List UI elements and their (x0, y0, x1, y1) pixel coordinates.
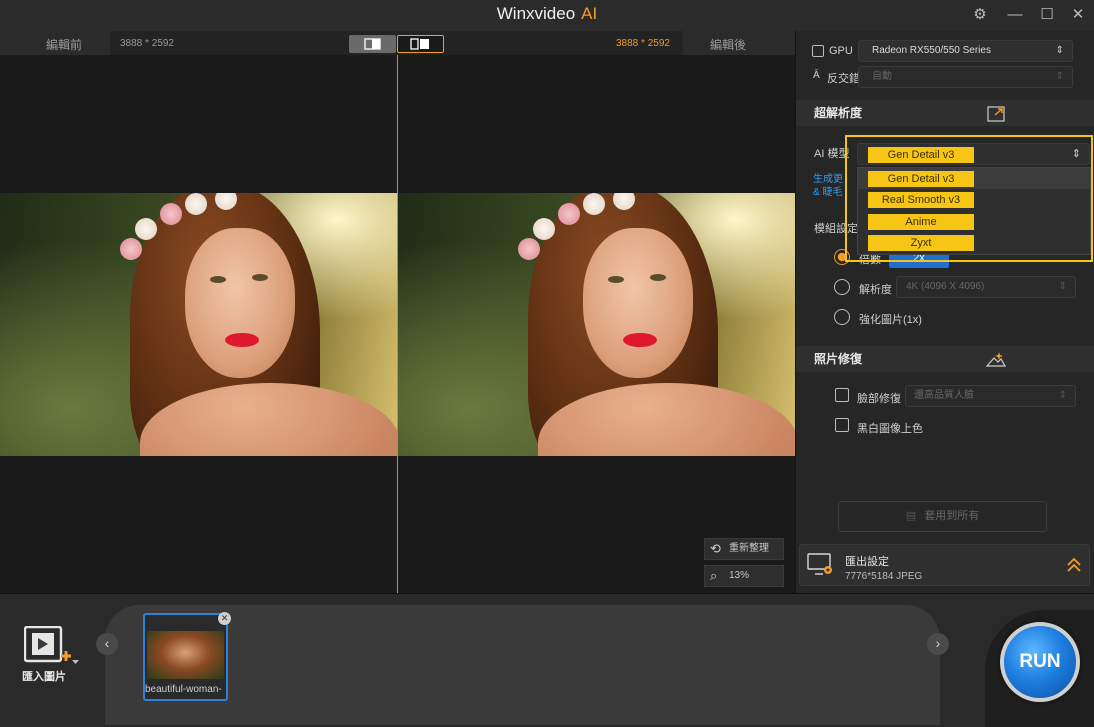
reset-button[interactable]: ⟲ 重新整理 (704, 538, 784, 560)
import-image-icon[interactable] (24, 626, 80, 666)
monitor-gear-icon (807, 553, 832, 575)
zoom-button[interactable]: ⌕ 13% (704, 565, 784, 587)
face-repair-checkbox[interactable] (835, 388, 849, 402)
gpu-checkbox[interactable] (812, 45, 824, 57)
antialias-icon: Ā (813, 70, 820, 81)
clipboard-icon: ▤ (905, 510, 917, 522)
app-title-text: Winxvideo (496, 4, 576, 23)
magic-landscape-icon[interactable] (985, 350, 1007, 368)
side-by-side-icon (410, 38, 429, 50)
after-image (398, 193, 795, 456)
export-settings-bar[interactable] (799, 544, 1090, 586)
dropdown-highlight-frame (845, 135, 1093, 262)
antialias-label: 反交錯 (827, 73, 860, 85)
thumbnail-strip (105, 605, 940, 725)
next-arrow-icon[interactable]: › (927, 633, 949, 655)
thumbnail-image (147, 631, 224, 679)
colorize-checkbox[interactable] (835, 418, 849, 432)
chevron-updown-icon: ⇕ (1058, 281, 1067, 292)
model-hint-line2: & 睫毛 (813, 187, 843, 198)
minimize-button[interactable]: — (1003, 4, 1027, 26)
gpu-label: GPU (829, 45, 853, 57)
photo-repair-header: 照片修復 (796, 346, 1094, 372)
export-details: 7776*5184 JPEG (845, 571, 923, 582)
before-label: 編輯前 (46, 38, 83, 52)
gpu-value: Radeon RX550/550 Series (872, 45, 991, 56)
antialias-value: 自動 (872, 71, 892, 82)
export-title: 匯出設定 (845, 556, 889, 568)
after-label: 編輯後 (710, 38, 747, 52)
zoom-icon: ⌕ (710, 568, 718, 583)
zoom-level: 13% (729, 570, 750, 581)
after-dimensions: 3888 * 2592 (616, 38, 670, 49)
chevron-updown-icon: ⇕ (1055, 45, 1064, 56)
gpu-select[interactable]: Radeon RX550/550 Series ⇕ (858, 40, 1073, 62)
split-view-button[interactable] (349, 35, 396, 53)
compare-divider[interactable] (397, 55, 398, 593)
thumbnail-caption: beautiful-woman- (145, 684, 222, 695)
superres-title: 超解析度 (814, 106, 863, 120)
colorize-label: 黑白圖像上色 (857, 423, 923, 435)
before-dimensions: 3888 * 2592 (120, 38, 174, 49)
maximize-button[interactable]: ☐ (1035, 4, 1059, 26)
enhance-radio[interactable] (834, 309, 850, 325)
settings-gear-icon[interactable]: ⚙ (968, 4, 992, 26)
reset-label: 重新整理 (729, 543, 769, 554)
resolution-value: 4K (4096 X 4096) (906, 281, 985, 292)
close-button[interactable]: ✕ (1066, 4, 1090, 26)
apply-to-all-label: 套用到所有 (924, 510, 980, 522)
before-image (0, 193, 397, 456)
apply-to-all-button[interactable]: ▤ 套用到所有 (838, 501, 1047, 532)
import-image-label[interactable]: 匯入圖片 (22, 668, 66, 684)
resolution-radio[interactable] (834, 279, 850, 295)
face-repair-label: 臉部修復 (857, 393, 901, 405)
resolution-select[interactable]: 4K (4096 X 4096) ⇕ (896, 276, 1076, 298)
app-title-accent: AI (581, 4, 598, 23)
side-by-side-view-button[interactable] (397, 35, 444, 53)
chevron-double-up-icon[interactable] (1066, 556, 1082, 574)
photo-repair-title: 照片修復 (814, 352, 863, 366)
run-button[interactable]: RUN (1000, 622, 1080, 702)
prev-arrow-icon[interactable]: ‹ (96, 633, 118, 655)
split-view-icon (364, 38, 381, 50)
superres-header: 超解析度 (796, 100, 1094, 126)
antialias-select[interactable]: 自動 ⇕ (858, 66, 1073, 88)
chevron-updown-icon: ⇕ (1055, 71, 1064, 82)
enhance-label: 強化圖片(1x) (859, 314, 922, 326)
face-repair-value: 還高品質人臉 (914, 390, 974, 401)
resolution-label: 解析度 (859, 284, 892, 296)
remove-thumbnail-icon[interactable]: ✕ (218, 612, 231, 625)
app-title: Winxvideo AI (0, 4, 1094, 24)
view-mode-switch (349, 35, 444, 53)
expand-icon[interactable] (987, 106, 1005, 122)
chevron-updown-icon: ⇕ (1058, 390, 1067, 401)
refresh-icon: ⟲ (710, 541, 721, 556)
face-repair-select[interactable]: 還高品質人臉 ⇕ (905, 385, 1076, 407)
